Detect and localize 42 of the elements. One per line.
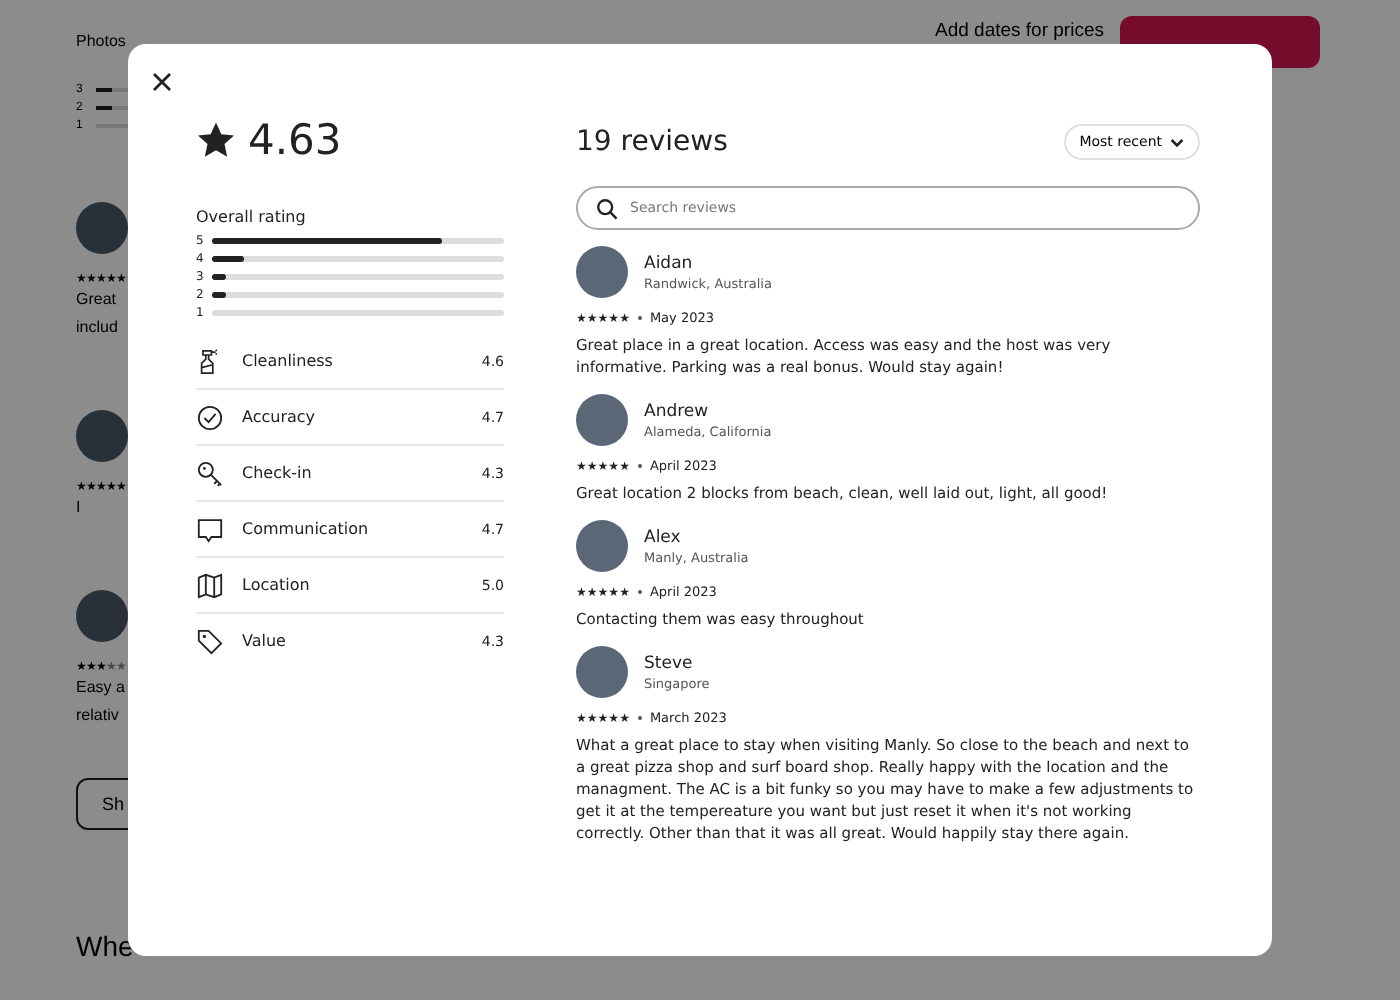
review-text: Great: [76, 288, 117, 312]
close-icon: [152, 72, 172, 92]
separator-dot: [637, 464, 642, 468]
avatar: [76, 410, 128, 462]
separator-dot: [637, 590, 642, 594]
tag-icon: [196, 627, 224, 655]
star-icon: [196, 120, 236, 160]
overall-rating-label: Overall rating: [196, 208, 308, 226]
review-text: Easy a: [76, 676, 125, 700]
reviews-count-title: 19 reviews: [576, 126, 728, 158]
avatar: [576, 646, 628, 698]
speech-bubble-icon: [196, 515, 224, 543]
separator-dot: [637, 716, 642, 720]
category-label: Check-in: [242, 464, 312, 482]
avatar: [576, 246, 628, 298]
category-label: Communication: [242, 520, 369, 538]
price-hint: Add dates for prices: [935, 20, 1104, 42]
close-button[interactable]: [148, 68, 176, 96]
chevron-down-icon: [1170, 137, 1184, 147]
map-icon: [196, 571, 224, 599]
separator-dot: [637, 316, 642, 320]
avatar: [576, 394, 628, 446]
reviewer-name: Aidan: [644, 253, 695, 273]
key-icon: [196, 459, 224, 487]
search-icon: [596, 197, 618, 219]
category-label: Accuracy: [242, 408, 316, 426]
avatar: [576, 520, 628, 572]
review-text: includ: [76, 316, 118, 340]
review-text: I: [76, 496, 81, 520]
category-label: Location: [242, 576, 310, 594]
avatar: [76, 590, 128, 642]
category-label: Cleanliness: [242, 352, 333, 370]
overall-score: 4.63: [248, 116, 342, 164]
review-text: relativ: [76, 704, 119, 728]
section-heading: Whe: [76, 930, 134, 962]
avatar: [76, 202, 128, 254]
reviewer-name: Steve: [644, 653, 695, 673]
reviewer-name: Alex: [644, 527, 683, 547]
nav-tab[interactable]: Photos: [76, 32, 126, 50]
reviewer-name: Andrew: [644, 401, 711, 421]
check-circle-icon: [196, 403, 224, 431]
category-label: Value: [242, 632, 286, 650]
